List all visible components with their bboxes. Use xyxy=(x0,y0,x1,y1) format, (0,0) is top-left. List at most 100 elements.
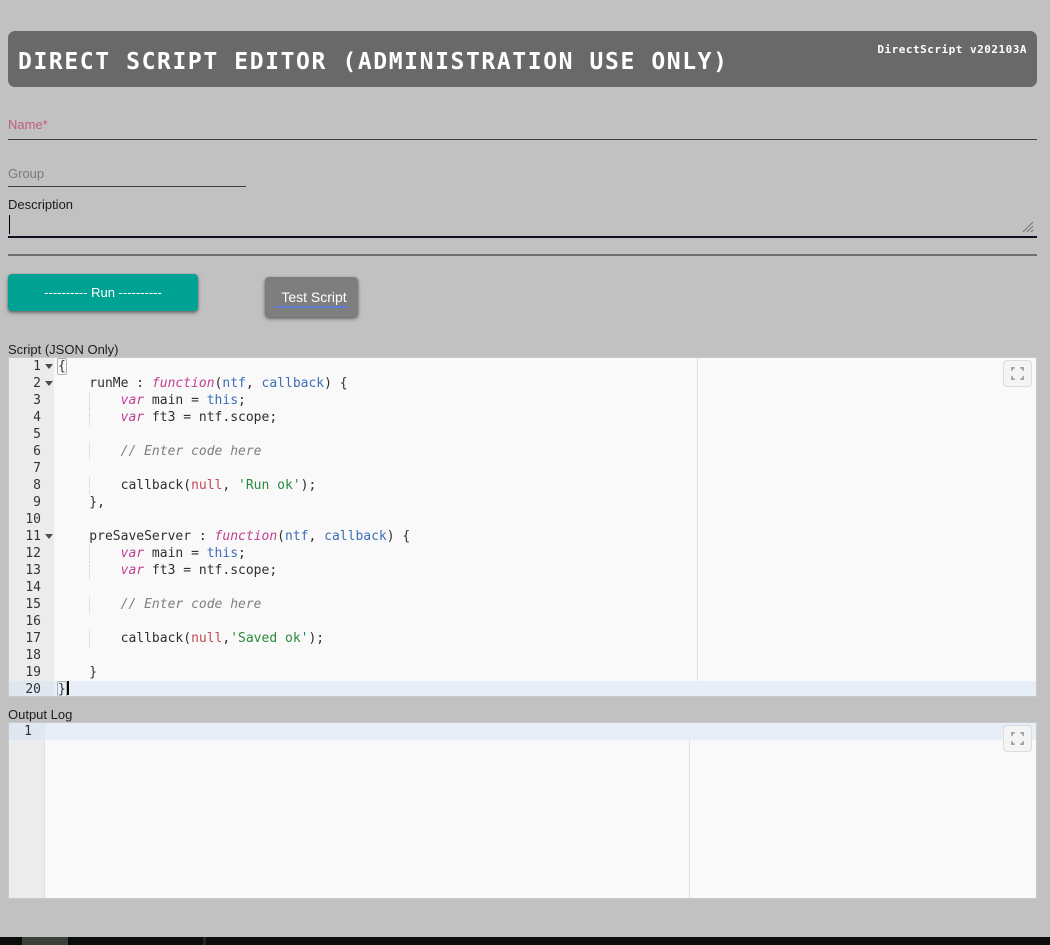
line-number: 12 xyxy=(9,545,54,562)
line-number: 2 xyxy=(9,375,54,392)
code-text: } xyxy=(54,681,1036,697)
name-field: Name* xyxy=(8,117,1037,140)
code-line-6[interactable]: 6 // Enter code here xyxy=(9,443,1036,460)
line-number: 18 xyxy=(9,647,54,664)
divider xyxy=(8,254,1037,256)
code-line-3[interactable]: 3 var main = this; xyxy=(9,392,1036,409)
code-line-12[interactable]: 12 var main = this; xyxy=(9,545,1036,562)
code-line-18[interactable]: 18 xyxy=(9,647,1036,664)
code-text: var main = this; xyxy=(54,392,1036,409)
taskbar xyxy=(0,937,1050,945)
code-text: { xyxy=(54,358,1036,375)
line-number: 10 xyxy=(9,511,54,528)
resize-grip-icon[interactable] xyxy=(1022,221,1034,233)
group-label: Group xyxy=(8,166,1037,181)
line-number: 1 xyxy=(9,358,54,375)
script-editor-label: Script (JSON Only) xyxy=(8,342,1037,357)
code-line-1[interactable]: 1{ xyxy=(9,358,1036,375)
line-number: 8 xyxy=(9,477,54,494)
output-log-label: Output Log xyxy=(8,707,1037,722)
indent-guide xyxy=(89,545,90,562)
fold-arrow-icon[interactable] xyxy=(45,534,53,539)
indent-guide xyxy=(89,443,90,460)
script-editor[interactable]: 1{2 runMe : function(ntf, callback) {3 v… xyxy=(8,357,1037,697)
line-number: 19 xyxy=(9,664,54,681)
indent-guide xyxy=(89,562,90,579)
code-text xyxy=(54,613,1036,630)
fullscreen-button[interactable] xyxy=(1003,360,1032,387)
code-line-7[interactable]: 7 xyxy=(9,460,1036,477)
line-number: 14 xyxy=(9,579,54,596)
code-line-16[interactable]: 16 xyxy=(9,613,1036,630)
fullscreen-icon xyxy=(1011,732,1024,745)
code-text xyxy=(54,511,1036,528)
code-text: preSaveServer : function(ntf, callback) … xyxy=(54,528,1036,545)
code-text xyxy=(54,460,1036,477)
indent-guide xyxy=(89,477,90,494)
code-text: } xyxy=(54,664,1036,681)
code-text: // Enter code here xyxy=(54,443,1036,460)
line-number: 5 xyxy=(9,426,54,443)
code-line-5[interactable]: 5 xyxy=(9,426,1036,443)
page-title: DIRECT SCRIPT EDITOR (ADMINISTRATION USE… xyxy=(8,43,729,75)
print-margin-line xyxy=(689,723,690,898)
code-line-14[interactable]: 14 xyxy=(9,579,1036,596)
group-input[interactable] xyxy=(8,181,246,187)
code-line-15[interactable]: 15 // Enter code here xyxy=(9,596,1036,613)
fold-arrow-icon[interactable] xyxy=(45,364,53,369)
description-field: Description xyxy=(8,197,1037,238)
code-text: var main = this; xyxy=(54,545,1036,562)
indent-guide xyxy=(89,392,90,409)
code-text: }, xyxy=(54,494,1036,511)
text-cursor xyxy=(9,215,10,234)
code-line-10[interactable]: 10 xyxy=(9,511,1036,528)
code-line-20[interactable]: 20} xyxy=(9,681,1036,697)
code-text xyxy=(54,426,1036,443)
code-text: var ft3 = ntf.scope; xyxy=(54,562,1036,579)
code-line-11[interactable]: 11 preSaveServer : function(ntf, callbac… xyxy=(9,528,1036,545)
line-number: 20 xyxy=(9,681,54,697)
description-textarea[interactable] xyxy=(8,213,1037,238)
indent-guide xyxy=(89,630,90,647)
test-script-button[interactable]: Test Script xyxy=(265,277,358,317)
code-line-2[interactable]: 2 runMe : function(ntf, callback) { xyxy=(9,375,1036,392)
taskbar-segment xyxy=(203,937,206,945)
code-text xyxy=(54,647,1036,664)
code-line-19[interactable]: 19 } xyxy=(9,664,1036,681)
code-line-17[interactable]: 17 callback(null,'Saved ok'); xyxy=(9,630,1036,647)
action-bar: ---------- Run ---------- Test Script xyxy=(8,274,1037,317)
code-text: var ft3 = ntf.scope; xyxy=(54,409,1036,426)
editor-lines: 1{2 runMe : function(ntf, callback) {3 v… xyxy=(9,358,1036,697)
line-number: 9 xyxy=(9,494,54,511)
line-number: 1 xyxy=(9,723,45,740)
code-text: callback(null, 'Run ok'); xyxy=(54,477,1036,494)
indent-guide xyxy=(89,596,90,613)
indent-guide xyxy=(89,409,90,426)
line-number: 4 xyxy=(9,409,54,426)
editor-gutter xyxy=(9,723,45,898)
line-number: 3 xyxy=(9,392,54,409)
code-line-1[interactable]: 1 xyxy=(9,723,1036,740)
line-number: 11 xyxy=(9,528,54,545)
fullscreen-button[interactable] xyxy=(1003,725,1032,752)
code-line-13[interactable]: 13 var ft3 = ntf.scope; xyxy=(9,562,1036,579)
description-label: Description xyxy=(8,197,1037,212)
code-line-4[interactable]: 4 var ft3 = ntf.scope; xyxy=(9,409,1036,426)
group-field: Group xyxy=(8,166,1037,187)
page-content: DIRECT SCRIPT EDITOR (ADMINISTRATION USE… xyxy=(8,31,1037,899)
editor-lines: 1 xyxy=(9,723,1036,740)
line-number: 16 xyxy=(9,613,54,630)
output-log-editor[interactable]: 1 xyxy=(8,722,1037,899)
fold-arrow-icon[interactable] xyxy=(45,381,53,386)
code-text: runMe : function(ntf, callback) { xyxy=(54,375,1036,392)
code-line-9[interactable]: 9 }, xyxy=(9,494,1036,511)
code-text xyxy=(45,723,1036,740)
code-line-8[interactable]: 8 callback(null, 'Run ok'); xyxy=(9,477,1036,494)
code-text: callback(null,'Saved ok'); xyxy=(54,630,1036,647)
app-header: DIRECT SCRIPT EDITOR (ADMINISTRATION USE… xyxy=(8,31,1037,87)
name-input[interactable] xyxy=(8,134,1037,140)
line-number: 15 xyxy=(9,596,54,613)
run-button[interactable]: ---------- Run ---------- xyxy=(8,274,198,311)
version-label: DirectScript v202103A xyxy=(877,43,1027,56)
text-cursor xyxy=(67,681,69,695)
